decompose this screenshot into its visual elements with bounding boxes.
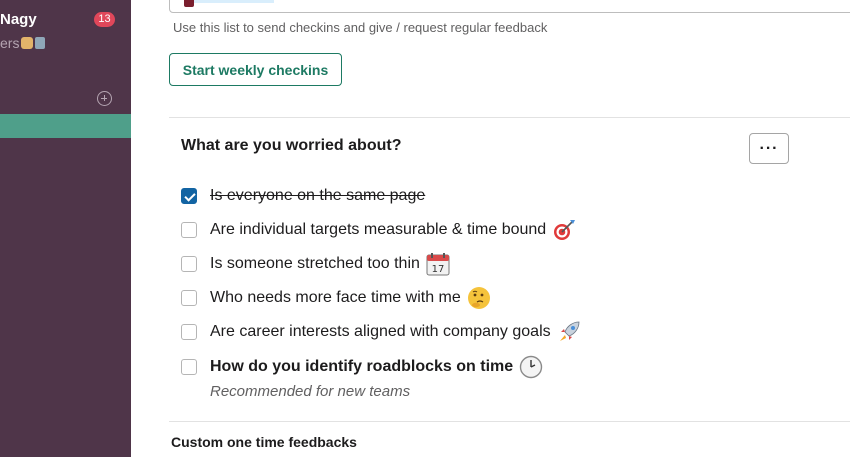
workspace-user-name[interactable]: Nagy [0, 11, 37, 28]
user-avatar [184, 0, 194, 7]
thinking-face-icon [467, 287, 490, 309]
people-select-input[interactable] [169, 0, 850, 13]
list-item[interactable]: Is everyone on the same page [181, 184, 425, 208]
selected-user-chip[interactable] [194, 0, 274, 3]
list-item[interactable]: Are career interests aligned with compan… [181, 320, 583, 344]
section-divider [169, 117, 850, 118]
user-status-text: ers [0, 35, 20, 51]
section-divider [169, 421, 850, 422]
sidebar: Nagy 13 ers [0, 0, 131, 457]
item-label: Are individual targets measurable & time… [210, 221, 547, 238]
rocket-icon [559, 321, 580, 341]
item-label: Is everyone on the same page [210, 187, 426, 204]
checkbox[interactable] [181, 290, 197, 306]
status-emoji-icon [21, 37, 34, 49]
list-item[interactable]: How do you identify roadblocks on time [181, 355, 543, 379]
item-label: Are career interests aligned with compan… [210, 323, 551, 340]
list-item[interactable]: Is someone stretched too thin 17 [181, 252, 450, 276]
item-label: How do you identify roadblocks on time [210, 358, 514, 375]
more-actions-button[interactable]: ··· [749, 133, 789, 164]
add-channel-icon[interactable] [97, 91, 112, 106]
sidebar-item-active[interactable] [0, 114, 131, 138]
checkbox[interactable] [181, 359, 197, 375]
recommended-note: Recommended for new teams [210, 383, 411, 400]
clock-icon [519, 355, 543, 379]
checkbox[interactable] [181, 222, 197, 238]
checkbox[interactable] [181, 256, 197, 272]
checkbox[interactable] [181, 324, 197, 340]
list-hint: Use this list to send checkins and give … [173, 20, 548, 35]
item-label: Who needs more face time with me [210, 289, 461, 306]
list-item[interactable]: Who needs more face time with me [181, 286, 491, 310]
item-label: Is someone stretched too thin [210, 255, 420, 272]
target-icon [554, 220, 576, 240]
user-status[interactable]: ers [0, 35, 46, 51]
section-title: What are you worried about? [181, 137, 402, 154]
unread-badge: 13 [94, 12, 115, 27]
checkbox[interactable] [181, 188, 197, 204]
svg-text:17: 17 [432, 264, 445, 275]
calendar-icon: 17 [426, 253, 450, 276]
status-emoji-icon-2 [35, 37, 46, 49]
list-item[interactable]: Are individual targets measurable & time… [181, 218, 576, 242]
start-weekly-checkins-button[interactable]: Start weekly checkins [169, 53, 342, 86]
custom-feedbacks-heading: Custom one time feedbacks [171, 434, 357, 450]
